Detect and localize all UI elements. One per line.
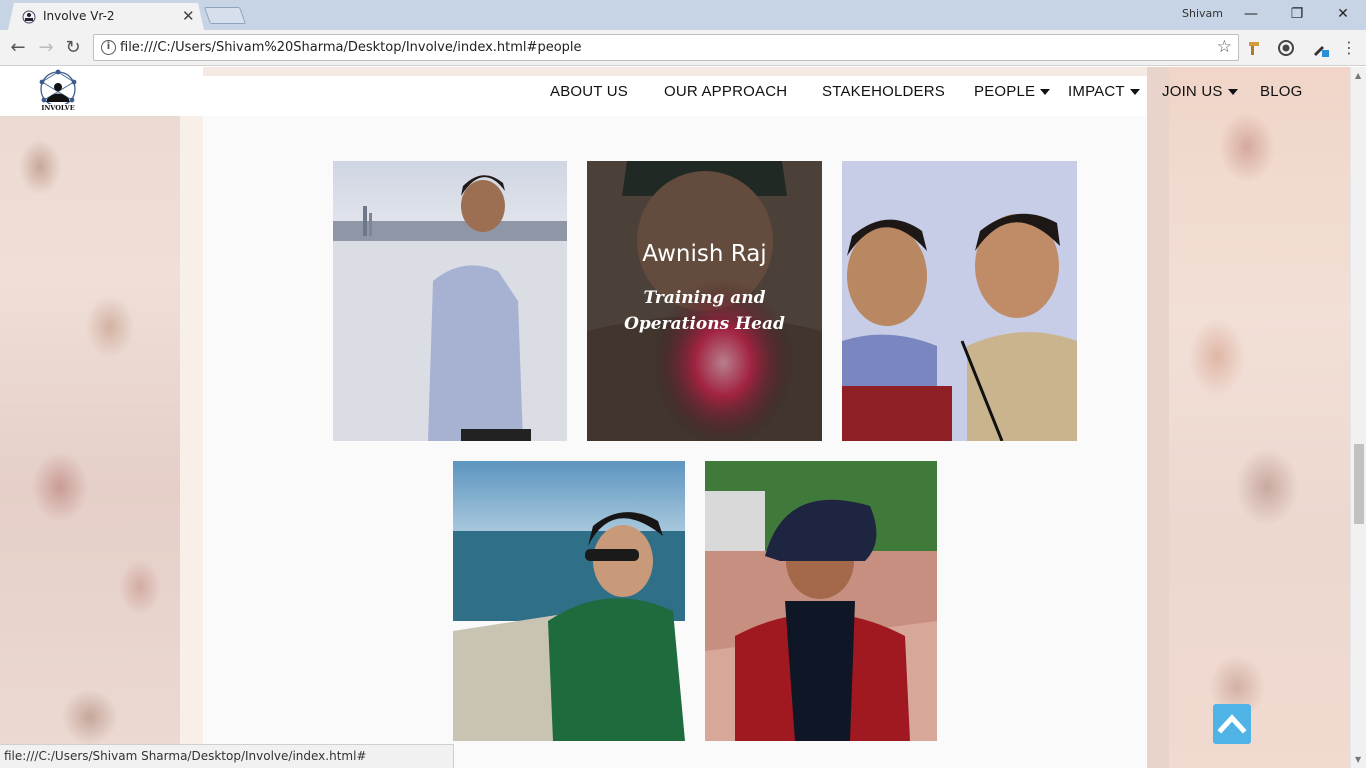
- person-photo-1[interactable]: [333, 161, 567, 441]
- restore-button[interactable]: ❐: [1274, 3, 1320, 25]
- extension-hammer-icon[interactable]: [1245, 38, 1265, 58]
- new-tab-button[interactable]: [203, 7, 247, 24]
- back-arrow-icon[interactable]: ←: [6, 36, 30, 60]
- nav-join-us[interactable]: JOIN US: [1162, 83, 1238, 100]
- nav-people[interactable]: PEOPLE: [974, 83, 1051, 100]
- nav-our-approach-label: OUR APPROACH: [664, 83, 788, 100]
- person-role: Training and Operations Head: [624, 288, 785, 334]
- nav-blog[interactable]: BLOG: [1260, 83, 1302, 100]
- url-text[interactable]: file:///C:/Users/Shivam%20Sharma/Desktop…: [120, 40, 582, 55]
- caret-down-icon: [1040, 89, 1051, 96]
- address-bar[interactable]: i file:///C:/Users/Shivam%20Sharma/Deskt…: [93, 34, 1239, 61]
- nav-about-us-label: ABOUT US: [550, 83, 629, 100]
- chevron-up-icon: [1217, 714, 1247, 734]
- close-window-button[interactable]: ✕: [1320, 3, 1366, 25]
- nav-stakeholders-label: STAKEHOLDERS: [822, 83, 945, 100]
- nav-blog-label: BLOG: [1260, 83, 1303, 100]
- bookmark-star-icon[interactable]: ☆: [1217, 37, 1232, 57]
- person-photo-2[interactable]: Awnish Raj Training and Operations Head: [587, 161, 822, 441]
- background-gutter-right: [1147, 67, 1169, 768]
- logo-text: INVOLVE: [41, 104, 74, 112]
- chrome-menu-icon[interactable]: ⋮: [1337, 36, 1361, 60]
- tab-title: Involve Vr-2: [43, 9, 115, 23]
- site-header: INVOLVE ABOUT US OUR APPROACH STAKEHOLDE…: [0, 67, 1350, 116]
- forward-arrow-icon[interactable]: →: [34, 36, 58, 60]
- background-gutter-left: [180, 67, 203, 768]
- nav-stakeholders[interactable]: STAKEHOLDERS: [822, 83, 945, 100]
- involve-favicon-icon: [22, 10, 36, 24]
- tab-close-icon[interactable]: ✕: [182, 7, 195, 25]
- person-photo-5[interactable]: [705, 461, 937, 741]
- back-to-top-button[interactable]: [1213, 704, 1251, 744]
- profile-name[interactable]: Shivam: [1182, 7, 1223, 20]
- info-icon[interactable]: i: [101, 40, 116, 55]
- browser-toolbar: ← → ↻ i file:///C:/Users/Shivam%20Sharma…: [0, 30, 1366, 66]
- background-collage-left: [0, 67, 203, 768]
- scroll-up-arrow-icon[interactable]: ▲: [1355, 71, 1361, 80]
- scroll-down-arrow-icon[interactable]: ▼: [1355, 755, 1361, 764]
- scrollbar-thumb[interactable]: [1354, 444, 1364, 524]
- caret-down-icon: [1227, 89, 1238, 96]
- nav-people-label: PEOPLE: [974, 83, 1036, 100]
- person-photo-3[interactable]: [842, 161, 1077, 441]
- minimize-button[interactable]: —: [1228, 3, 1274, 25]
- involve-logo[interactable]: INVOLVE: [30, 68, 86, 116]
- extension-eyedropper-icon[interactable]: [1310, 38, 1330, 58]
- page-viewport: INVOLVE ABOUT US OUR APPROACH STAKEHOLDE…: [0, 67, 1350, 768]
- nav-impact-label: IMPACT: [1068, 83, 1125, 100]
- nav-impact[interactable]: IMPACT: [1068, 83, 1140, 100]
- link-status-bar: file:///C:/Users/Shivam Sharma/Desktop/I…: [0, 744, 454, 768]
- page-scrollbar[interactable]: ▲ ▼: [1350, 67, 1366, 768]
- nav-our-approach[interactable]: OUR APPROACH: [664, 83, 787, 100]
- person-photo-4[interactable]: [453, 461, 685, 741]
- caret-down-icon: [1129, 89, 1140, 96]
- browser-tab[interactable]: Involve Vr-2 ✕: [8, 3, 204, 30]
- person-name: Awnish Raj: [642, 241, 767, 267]
- extension-record-icon[interactable]: [1276, 38, 1296, 58]
- nav-join-us-label: JOIN US: [1162, 83, 1223, 100]
- background-collage-right: [1147, 67, 1350, 768]
- reload-icon[interactable]: ↻: [61, 36, 85, 60]
- nav-about-us[interactable]: ABOUT US: [550, 83, 628, 100]
- browser-titlebar: Involve Vr-2 ✕ Shivam — ❐ ✕: [0, 0, 1366, 30]
